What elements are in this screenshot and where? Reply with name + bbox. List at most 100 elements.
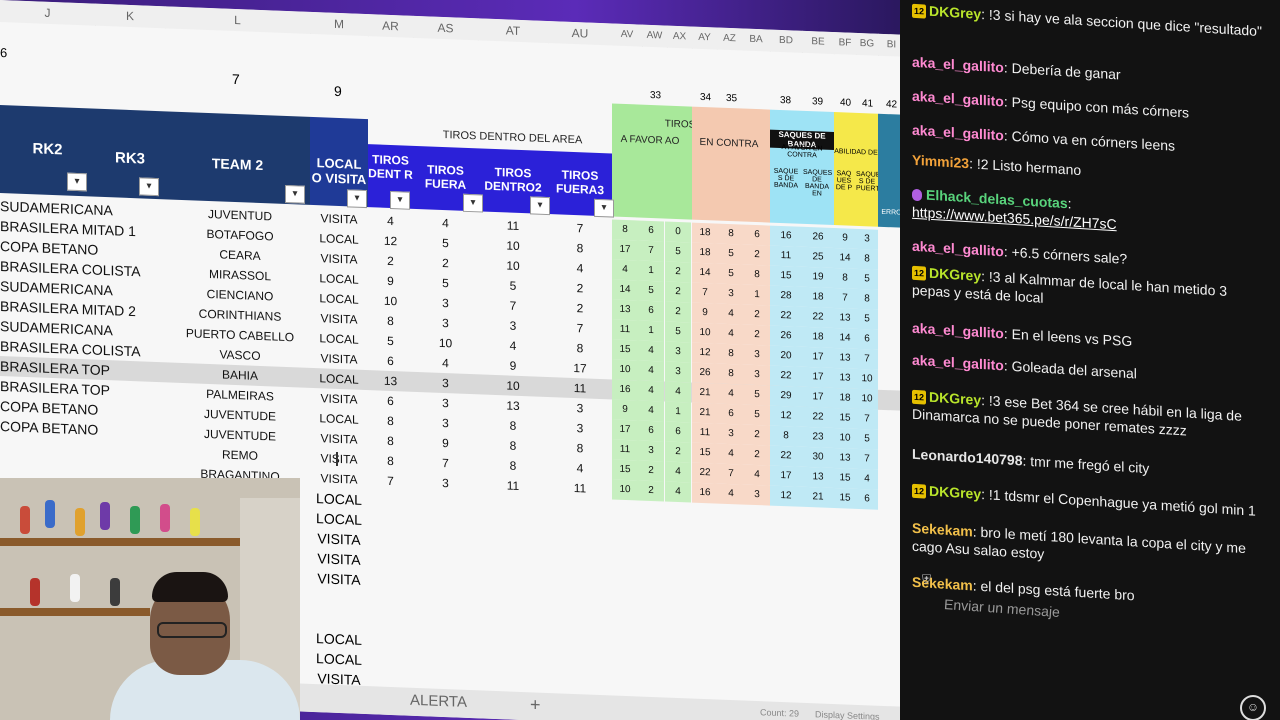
table-cell[interactable]: 4 — [478, 334, 548, 357]
table-cell[interactable]: 14 — [612, 279, 638, 301]
table-cell[interactable]: 9 — [834, 228, 856, 249]
table-cell[interactable]: 17 — [548, 357, 612, 379]
table-cell[interactable]: 15 — [612, 339, 638, 361]
table-cell[interactable]: 13 — [802, 466, 834, 489]
table-cell[interactable]: 9 — [612, 399, 638, 421]
table-cell[interactable]: 5 — [856, 268, 878, 290]
table-cell[interactable]: 18 — [802, 286, 834, 309]
table-cell[interactable]: 6 — [718, 403, 744, 425]
table-cell[interactable]: 4 — [718, 483, 744, 505]
table-cell[interactable]: 8 — [368, 310, 413, 332]
sheet-tab-alerta[interactable]: ALERTA — [410, 692, 467, 711]
table-cell[interactable]: 12 — [692, 342, 718, 364]
table-cell[interactable]: 16 — [612, 379, 638, 401]
table-cell[interactable]: 8 — [368, 450, 413, 472]
table-cell[interactable]: 4 — [413, 352, 478, 374]
filter-button-tiros-fuera[interactable]: ▾ — [463, 193, 483, 213]
table-cell[interactable]: 13 — [368, 370, 413, 392]
table-cell[interactable]: 4 — [665, 461, 691, 483]
table-cell[interactable]: 8 — [612, 219, 638, 241]
table-cell[interactable]: 17 — [802, 346, 834, 369]
table-cell[interactable]: 1 — [638, 320, 664, 342]
table-cell[interactable]: 6 — [638, 220, 664, 242]
table-cell[interactable]: 7 — [856, 448, 878, 470]
table-cell[interactable]: 3 — [665, 341, 691, 363]
table-cell[interactable]: 13 — [478, 394, 548, 417]
table-cell[interactable]: 2 — [665, 281, 691, 303]
table-cell[interactable]: 8 — [368, 410, 413, 432]
table-cell[interactable]: 4 — [548, 257, 612, 279]
table-cell[interactable]: 5 — [856, 308, 878, 330]
table-cell[interactable]: 11 — [478, 214, 548, 237]
table-cell[interactable]: 14 — [692, 262, 718, 284]
table-cell[interactable]: LOCAL — [310, 368, 368, 390]
table-cell[interactable]: LOCAL — [310, 228, 368, 250]
table-cell[interactable]: 10 — [692, 322, 718, 344]
col-header-m[interactable]: M — [310, 11, 369, 37]
filter-button-rk2[interactable]: ▾ — [67, 172, 87, 192]
table-cell[interactable]: 18 — [692, 242, 718, 264]
table-cell[interactable]: 4 — [744, 464, 770, 486]
table-cell[interactable]: 9 — [478, 354, 548, 377]
table-cell[interactable]: LOCAL — [310, 288, 368, 310]
table-cell[interactable]: 11 — [612, 319, 638, 341]
table-cell[interactable]: 5 — [478, 274, 548, 297]
table-cell[interactable]: 22 — [770, 365, 802, 387]
table-cell[interactable]: 4 — [718, 303, 744, 325]
table-cell[interactable]: 10 — [612, 359, 638, 381]
chat-username[interactable]: DKGrey — [929, 483, 981, 502]
chat-username[interactable]: Leonardo140798 — [912, 446, 1023, 469]
table-cell[interactable]: 11 — [612, 439, 638, 461]
table-cell[interactable]: 6 — [638, 300, 664, 322]
table-cell[interactable]: 29 — [770, 385, 802, 407]
filter-button-tiros-dentro2[interactable]: ▾ — [530, 196, 550, 216]
table-cell[interactable]: 5 — [744, 404, 770, 426]
table-cell[interactable]: LOCAL — [310, 488, 368, 510]
table-cell[interactable]: LOCAL — [310, 268, 368, 290]
table-cell[interactable]: 4 — [638, 380, 664, 402]
table-cell[interactable]: 13 — [834, 348, 856, 369]
chat-username[interactable]: Sekekam — [912, 520, 973, 540]
table-cell[interactable]: 6 — [665, 421, 691, 443]
table-cell[interactable]: 10 — [478, 254, 548, 277]
table-cell[interactable]: 2 — [413, 252, 478, 274]
table-cell[interactable]: 3 — [413, 292, 478, 314]
col-header-bf[interactable]: BF — [834, 32, 857, 55]
display-settings[interactable]: Display Settings — [815, 709, 880, 720]
table-cell[interactable]: 10 — [856, 368, 878, 390]
table-cell[interactable]: 21 — [802, 486, 834, 509]
table-cell[interactable]: 22 — [770, 445, 802, 467]
table-cell[interactable]: 8 — [744, 264, 770, 286]
filter-button-local-visita[interactable]: ▾ — [347, 189, 367, 209]
table-cell[interactable]: VISITA — [310, 568, 368, 590]
table-cell[interactable]: 9 — [692, 302, 718, 324]
table-cell[interactable]: VISITA — [310, 548, 368, 570]
table-cell[interactable]: 7 — [368, 470, 413, 492]
table-cell[interactable]: 2 — [665, 441, 691, 463]
table-cell[interactable]: 17 — [612, 419, 638, 441]
table-cell[interactable]: 14 — [834, 328, 856, 349]
table-cell[interactable]: 7 — [834, 288, 856, 309]
table-cell[interactable]: 28 — [770, 285, 802, 307]
col-header-be[interactable]: BE — [802, 30, 835, 55]
table-cell[interactable]: 3 — [548, 417, 612, 439]
table-cell[interactable]: 21 — [692, 382, 718, 404]
chat-username[interactable]: aka_el_gallito — [912, 122, 1004, 144]
chat-link[interactable]: https://www.bet365.pe/s/r/ZH7sC — [912, 204, 1117, 233]
table-cell[interactable]: 2 — [744, 324, 770, 346]
table-cell[interactable]: 5 — [368, 330, 413, 352]
table-cell[interactable]: 2 — [638, 480, 664, 502]
chat-username[interactable]: DKGrey — [929, 3, 981, 22]
table-cell[interactable]: 7 — [856, 408, 878, 430]
chat-username[interactable]: aka_el_gallito — [912, 238, 1004, 260]
table-cell[interactable]: 2 — [744, 244, 770, 266]
table-cell[interactable]: 4 — [718, 323, 744, 345]
table-cell[interactable]: 18 — [834, 388, 856, 409]
table-cell[interactable]: 22 — [802, 306, 834, 329]
table-cell[interactable]: 13 — [834, 308, 856, 329]
table-cell[interactable]: 4 — [638, 400, 664, 422]
table-cell[interactable]: 5 — [665, 241, 691, 263]
shield-icon[interactable]: ⛨ — [922, 572, 931, 587]
table-cell[interactable]: VISITA — [310, 208, 368, 230]
table-cell[interactable]: 25 — [802, 246, 834, 269]
